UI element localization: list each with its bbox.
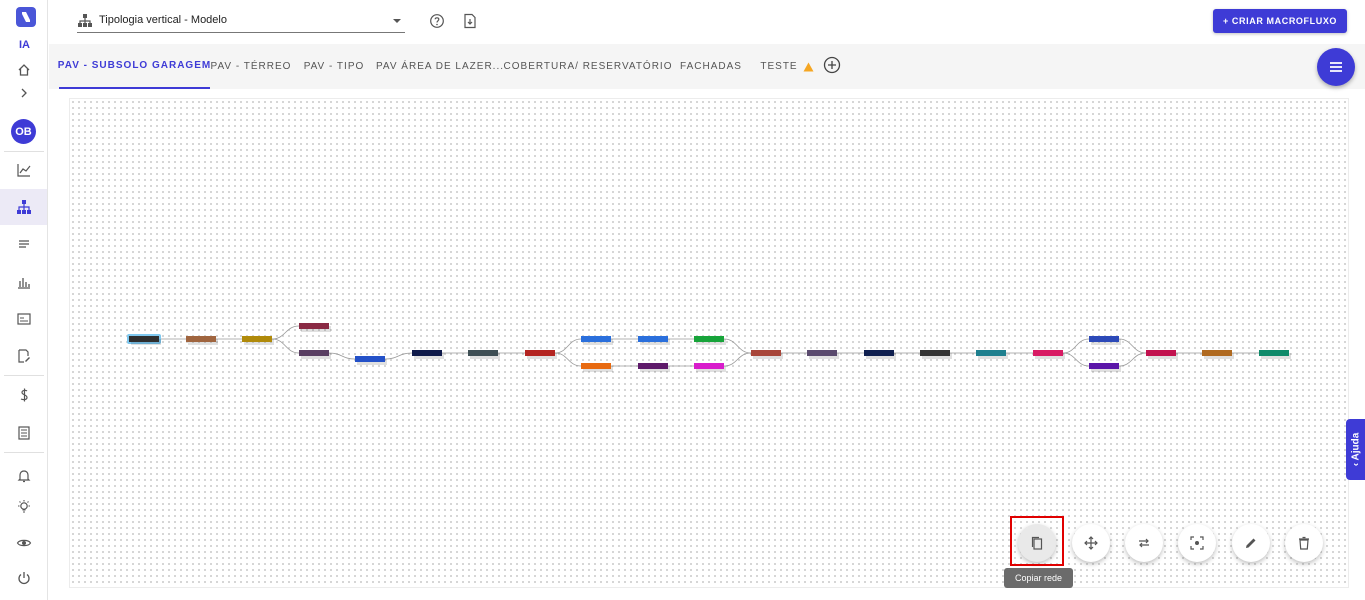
flow-nodes — [127, 323, 1291, 372]
tab-teste-label: TESTE — [760, 61, 798, 72]
flow-edge — [1062, 352, 1090, 367]
fit-view-button[interactable] — [1178, 524, 1216, 562]
flow-node[interactable] — [525, 350, 555, 356]
flow-edge — [554, 338, 582, 354]
trash-icon — [1299, 536, 1309, 550]
warning-icon — [803, 62, 814, 71]
flow-node[interactable] — [976, 350, 1006, 356]
left-sidebar: IA OB — [0, 0, 48, 600]
flow-node[interactable] — [638, 336, 668, 342]
power-icon[interactable] — [0, 560, 47, 596]
flow-edge — [271, 338, 300, 354]
menu-button[interactable] — [1317, 48, 1355, 86]
help-icon[interactable] — [429, 13, 445, 29]
tipologia-select[interactable]: Tipologia vertical - Modelo — [77, 8, 405, 33]
flow-edge — [1118, 338, 1147, 354]
copy-network-tooltip: Copiar rede — [1004, 568, 1073, 588]
flow-edge — [554, 352, 582, 367]
flow-node[interactable] — [581, 336, 611, 342]
flow-diagram — [127, 323, 1291, 372]
flow-edge — [1062, 338, 1090, 354]
help-tab[interactable]: ‹ Ajuda — [1346, 419, 1365, 480]
flow-node[interactable] — [355, 356, 385, 362]
tab-bar: PAV - SUBSOLO GARAGEM PAV - TÉRREO PAV -… — [49, 44, 1365, 89]
move-button[interactable] — [1072, 524, 1110, 562]
flow-node[interactable] — [1089, 336, 1119, 342]
flow-edge — [271, 325, 300, 340]
flow-node[interactable] — [468, 350, 498, 356]
chevron-right-icon[interactable] — [0, 75, 47, 111]
flow-node[interactable] — [1259, 350, 1289, 356]
tab-tipo[interactable]: PAV - TIPO — [302, 44, 366, 89]
list-icon[interactable] — [0, 415, 47, 451]
lightbulb-icon[interactable] — [0, 489, 47, 525]
flow-node[interactable] — [1089, 363, 1119, 369]
tab-subsolo-garagem[interactable]: PAV - SUBSOLO GARAGEM — [58, 44, 210, 89]
flow-node[interactable] — [694, 336, 724, 342]
flow-node[interactable] — [299, 350, 329, 356]
help-tab-label: ‹ Ajuda — [1350, 432, 1361, 467]
flow-canvas[interactable] — [69, 98, 1349, 588]
pencil-icon — [1246, 538, 1256, 548]
flow-edge — [384, 352, 413, 360]
tab-cobertura-reservatorio[interactable]: COBERTURA/ RESERVATÓRIO — [504, 44, 672, 89]
flow-node[interactable] — [1146, 350, 1176, 356]
create-macroflow-button[interactable]: + CRIAR MACROFLUXO — [1213, 9, 1347, 33]
top-header: Tipologia vertical - Modelo + CRIAR MACR… — [49, 0, 1365, 44]
eye-icon[interactable] — [0, 525, 47, 561]
flow-node[interactable] — [186, 336, 216, 342]
menu-icon — [1330, 62, 1342, 72]
flow-node[interactable] — [694, 363, 724, 369]
move-icon — [1084, 536, 1098, 550]
sidebar-divider — [4, 452, 44, 453]
document-edit-icon[interactable] — [0, 338, 47, 374]
flow-node[interactable] — [412, 350, 442, 356]
flow-node[interactable] — [751, 350, 781, 356]
tipologia-select-value: Tipologia vertical - Modelo — [99, 14, 227, 26]
tab-fachadas[interactable]: FACHADAS — [679, 44, 743, 89]
flow-node[interactable] — [920, 350, 950, 356]
card-icon[interactable] — [0, 301, 47, 337]
selection-highlight — [1010, 516, 1064, 566]
flow-edge — [723, 352, 752, 367]
focus-icon — [1190, 536, 1204, 550]
delete-button[interactable] — [1285, 524, 1323, 562]
tab-teste[interactable]: TESTE — [755, 44, 819, 89]
swap-button[interactable] — [1125, 524, 1163, 562]
tab-area-lazer[interactable]: PAV ÁREA DE LAZER... — [376, 44, 503, 89]
flow-node[interactable] — [638, 363, 668, 369]
sidebar-divider — [4, 375, 44, 376]
flow-node[interactable] — [581, 363, 611, 369]
flow-edge — [1118, 352, 1147, 367]
chevron-down-icon[interactable] — [393, 19, 401, 23]
dollar-icon[interactable] — [0, 377, 47, 413]
flow-edge — [328, 352, 356, 360]
tab-terreo[interactable]: PAV - TÉRREO — [211, 44, 291, 89]
edit-button[interactable] — [1232, 524, 1270, 562]
flow-node[interactable] — [242, 336, 272, 342]
file-download-icon[interactable] — [462, 13, 478, 29]
swap-icon — [1139, 538, 1149, 548]
ajuda-label: Ajuda — [1350, 432, 1361, 461]
bar-chart-icon[interactable] — [0, 264, 47, 300]
hierarchy-icon — [78, 14, 92, 27]
ia-label[interactable]: IA — [19, 39, 30, 51]
flow-node[interactable] — [1033, 350, 1063, 356]
avatar[interactable]: OB — [11, 119, 36, 144]
lines-icon[interactable] — [0, 226, 47, 262]
flow-edge — [723, 338, 752, 354]
flow-node[interactable] — [807, 350, 837, 356]
logo-icon[interactable] — [16, 7, 36, 27]
flow-node[interactable] — [299, 323, 329, 329]
flow-node[interactable] — [129, 336, 159, 342]
add-tab-icon[interactable] — [823, 56, 841, 74]
flow-node[interactable] — [864, 350, 894, 356]
chart-line-icon[interactable] — [0, 152, 47, 188]
flow-node[interactable] — [1202, 350, 1232, 356]
hierarchy-icon[interactable] — [0, 189, 47, 225]
